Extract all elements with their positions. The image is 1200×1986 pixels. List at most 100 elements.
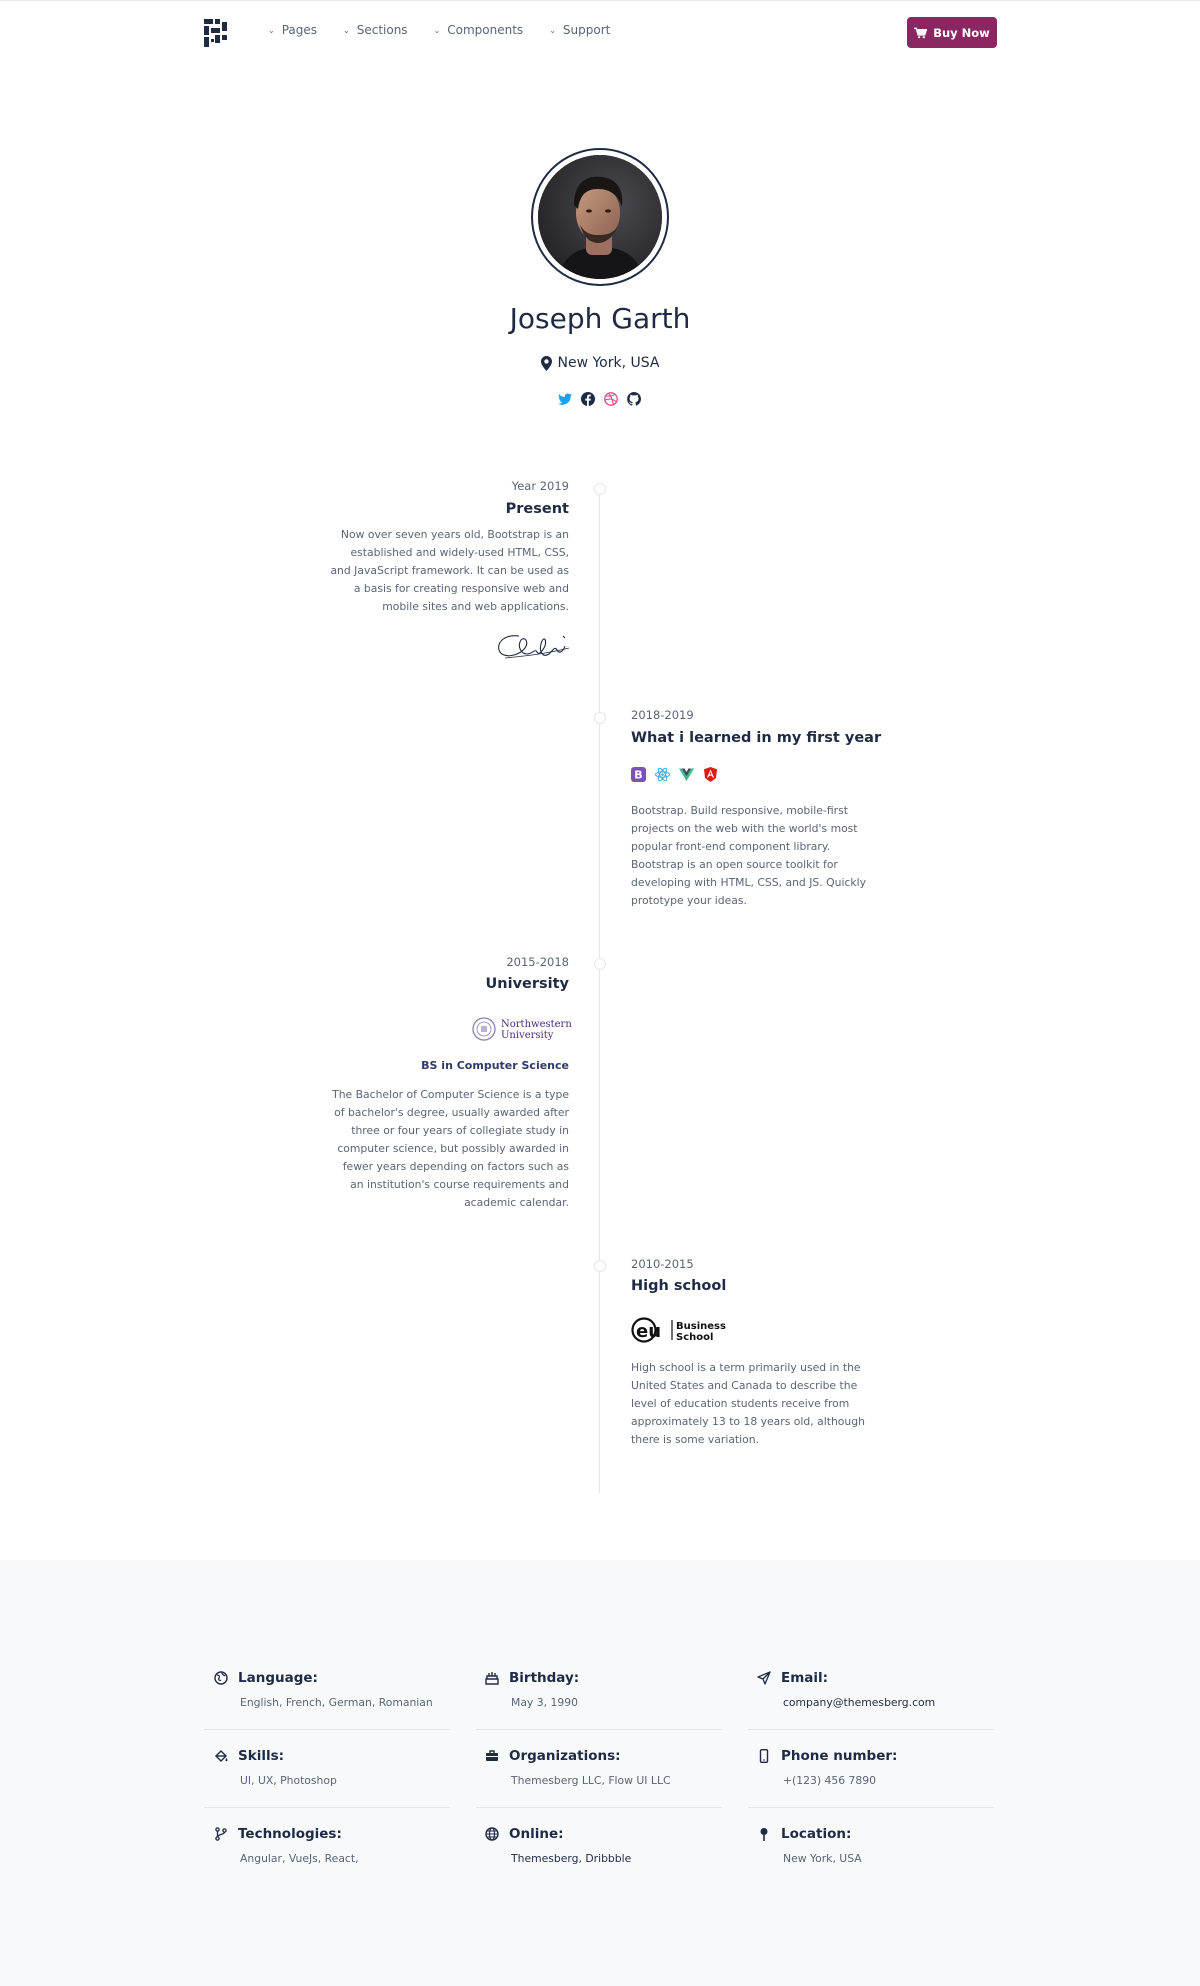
svg-text:B: B xyxy=(634,769,642,782)
profile-name: Joseph Garth xyxy=(509,302,691,335)
timeline-dot xyxy=(594,1260,606,1272)
info-value: English, French, German, Romanian xyxy=(240,1696,433,1709)
react-icon xyxy=(655,767,670,782)
paper-plane-icon xyxy=(757,1671,771,1685)
info-value: Angular, VueJs, React, xyxy=(240,1852,359,1865)
svg-text:School: School xyxy=(676,1332,713,1343)
info-label: Email: xyxy=(781,1670,829,1686)
info-skills: Skills: UI, UX, Photoshop xyxy=(214,1748,460,1787)
info-value: May 3, 1990 xyxy=(511,1696,578,1709)
nav-sections[interactable]: ⌄ Sections xyxy=(343,23,408,37)
cart-icon xyxy=(914,27,928,38)
timeline-line xyxy=(599,488,600,1493)
info-location: Location: New York, USA xyxy=(757,1826,1003,1865)
nav-pages[interactable]: ⌄ Pages xyxy=(268,23,317,37)
info-technologies: Technologies: Angular, VueJs, React, xyxy=(214,1826,460,1865)
timeline-title: Present xyxy=(505,501,569,517)
svg-text:Northwestern: Northwestern xyxy=(501,1019,572,1030)
info-label: Organizations: xyxy=(509,1748,621,1764)
timeline-date: Year 2019 xyxy=(511,479,569,493)
nav-support-label: Support xyxy=(562,23,611,37)
info-value: Themesberg LLC, Flow UI LLC xyxy=(511,1774,671,1787)
facebook-icon[interactable] xyxy=(581,391,595,406)
info-phone: Phone number: +(123) 456 7890 xyxy=(757,1748,1003,1787)
buy-now-label: Buy Now xyxy=(933,25,990,40)
info-value[interactable]: company@themesberg.com xyxy=(757,1696,1003,1709)
nav-components-label: Components xyxy=(447,23,524,37)
divider xyxy=(204,1729,450,1730)
nav-components[interactable]: ⌄ Components xyxy=(434,23,524,37)
degree-label: BS in Computer Science xyxy=(421,1059,569,1072)
globe-icon xyxy=(485,1827,499,1841)
info-label: Online: xyxy=(509,1826,564,1842)
timeline-date: 2010-2015 xyxy=(631,1257,694,1271)
cake-icon xyxy=(485,1672,499,1685)
info-online: Online: Themesberg, Dribbble xyxy=(485,1826,731,1865)
divider xyxy=(204,1807,450,1808)
info-label: Location: xyxy=(781,1826,852,1842)
github-icon[interactable] xyxy=(627,391,641,406)
avatar-photo xyxy=(538,155,662,279)
timeline-dot xyxy=(594,712,606,724)
info-value: New York, USA xyxy=(783,1852,862,1865)
timeline-title: What i learned in my first year xyxy=(631,730,882,746)
info-language: Language: English, French, German, Roman… xyxy=(214,1670,460,1709)
info-label: Technologies: xyxy=(238,1826,342,1842)
nav-support[interactable]: ⌄ Support xyxy=(549,23,610,37)
svg-text:Business: Business xyxy=(676,1321,726,1332)
info-value: +(123) 456 7890 xyxy=(783,1774,877,1787)
timeline-text: Bootstrap. Build responsive, mobile-firs… xyxy=(631,804,867,907)
timeline-dot xyxy=(594,958,606,970)
info-email: Email: company@themesberg.com xyxy=(757,1670,1003,1709)
chevron-down-icon: ⌄ xyxy=(549,25,556,35)
divider xyxy=(748,1807,994,1808)
divider xyxy=(476,1807,722,1808)
phone-icon xyxy=(759,1749,769,1763)
timeline-date: 2015-2018 xyxy=(506,955,569,969)
info-label: Skills: xyxy=(238,1748,285,1764)
info-label: Language: xyxy=(238,1670,318,1686)
brand-logo[interactable] xyxy=(204,19,228,47)
signature-image xyxy=(498,635,570,659)
timeline-text: Now over seven years old, Bootstrap is a… xyxy=(330,528,569,613)
profile-location: New York, USA xyxy=(0,355,1200,371)
svg-text:University: University xyxy=(501,1030,554,1041)
timeline-title: University xyxy=(485,976,570,992)
timeline-date: 2018-2019 xyxy=(631,708,694,722)
nav-pages-label: Pages xyxy=(281,23,318,37)
divider xyxy=(476,1729,722,1730)
map-marker-icon xyxy=(540,355,552,371)
chevron-down-icon: ⌄ xyxy=(268,25,275,35)
avatar xyxy=(531,148,669,286)
briefcase-icon xyxy=(486,1750,498,1761)
info-value[interactable]: Themesberg, Dribbble xyxy=(485,1852,731,1865)
map-pin-icon xyxy=(760,1828,768,1841)
timeline-dot xyxy=(594,483,606,495)
language-icon xyxy=(214,1671,228,1685)
eu-business-school-logo: eu Business School xyxy=(631,1317,726,1343)
code-branch-icon xyxy=(215,1827,227,1841)
paint-bucket-icon xyxy=(215,1750,228,1762)
twitter-icon[interactable] xyxy=(558,391,572,405)
timeline-title: High school xyxy=(631,1278,727,1294)
chevron-down-icon: ⌄ xyxy=(433,25,441,35)
nav-sections-label: Sections xyxy=(356,23,408,37)
dribbble-icon[interactable] xyxy=(604,391,618,406)
main-menu: ⌄ Pages ⌄ Sections ⌄ Components ⌄ Support xyxy=(268,23,636,37)
tech-icons: B xyxy=(631,767,718,782)
chevron-down-icon: ⌄ xyxy=(343,25,350,35)
northwestern-logo: Northwestern University xyxy=(472,1017,572,1041)
info-label: Phone number: xyxy=(781,1748,898,1764)
timeline-text: High school is a term primarily used in … xyxy=(631,1361,865,1446)
info-label: Birthday: xyxy=(509,1670,580,1686)
info-organizations: Organizations: Themesberg LLC, Flow UI L… xyxy=(485,1748,731,1787)
info-birthday: Birthday: May 3, 1990 xyxy=(485,1670,731,1709)
bootstrap-icon: B xyxy=(631,767,646,782)
divider xyxy=(748,1729,994,1730)
social-links xyxy=(558,391,641,406)
angular-icon xyxy=(703,767,718,782)
timeline-text: The Bachelor of Computer Science is a ty… xyxy=(332,1088,569,1209)
buy-now-button[interactable]: Buy Now xyxy=(907,17,997,48)
profile-location-text: New York, USA xyxy=(557,355,660,371)
vue-icon xyxy=(679,767,694,782)
